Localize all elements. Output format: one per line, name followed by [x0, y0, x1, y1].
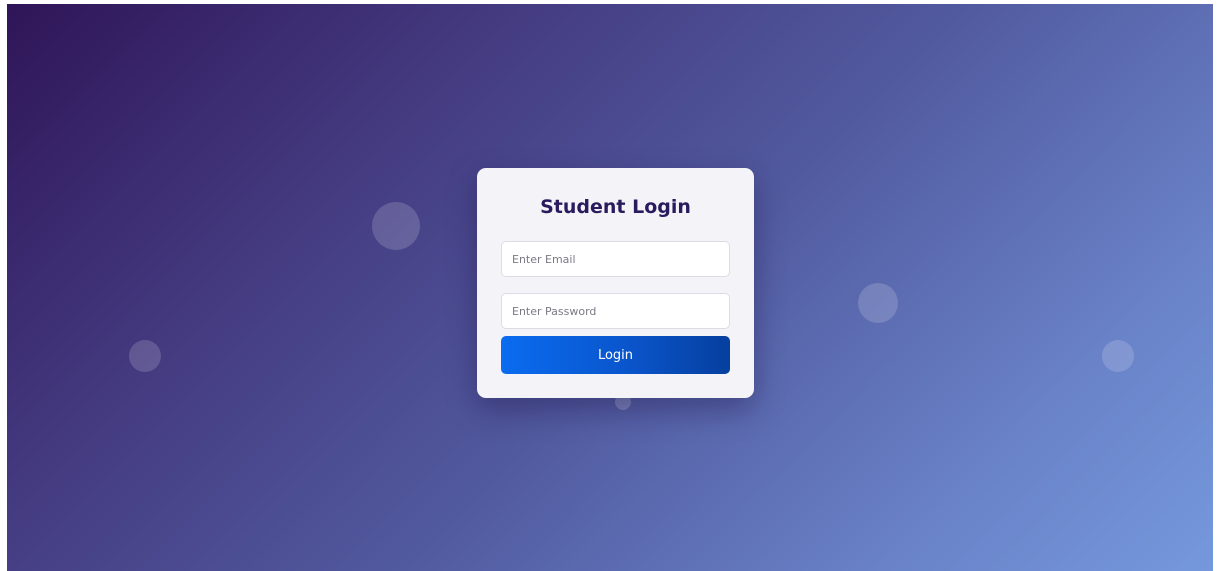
- decorative-bubble: [1102, 340, 1134, 372]
- login-title: Student Login: [540, 196, 691, 218]
- decorative-bubble: [372, 202, 420, 250]
- decorative-bubble: [858, 283, 898, 323]
- login-card: Student Login Login: [477, 168, 754, 398]
- email-input[interactable]: [501, 241, 730, 277]
- page-background: Student Login Login: [7, 4, 1213, 571]
- password-input[interactable]: [501, 293, 730, 329]
- login-button[interactable]: Login: [501, 336, 730, 374]
- decorative-bubble: [129, 340, 161, 372]
